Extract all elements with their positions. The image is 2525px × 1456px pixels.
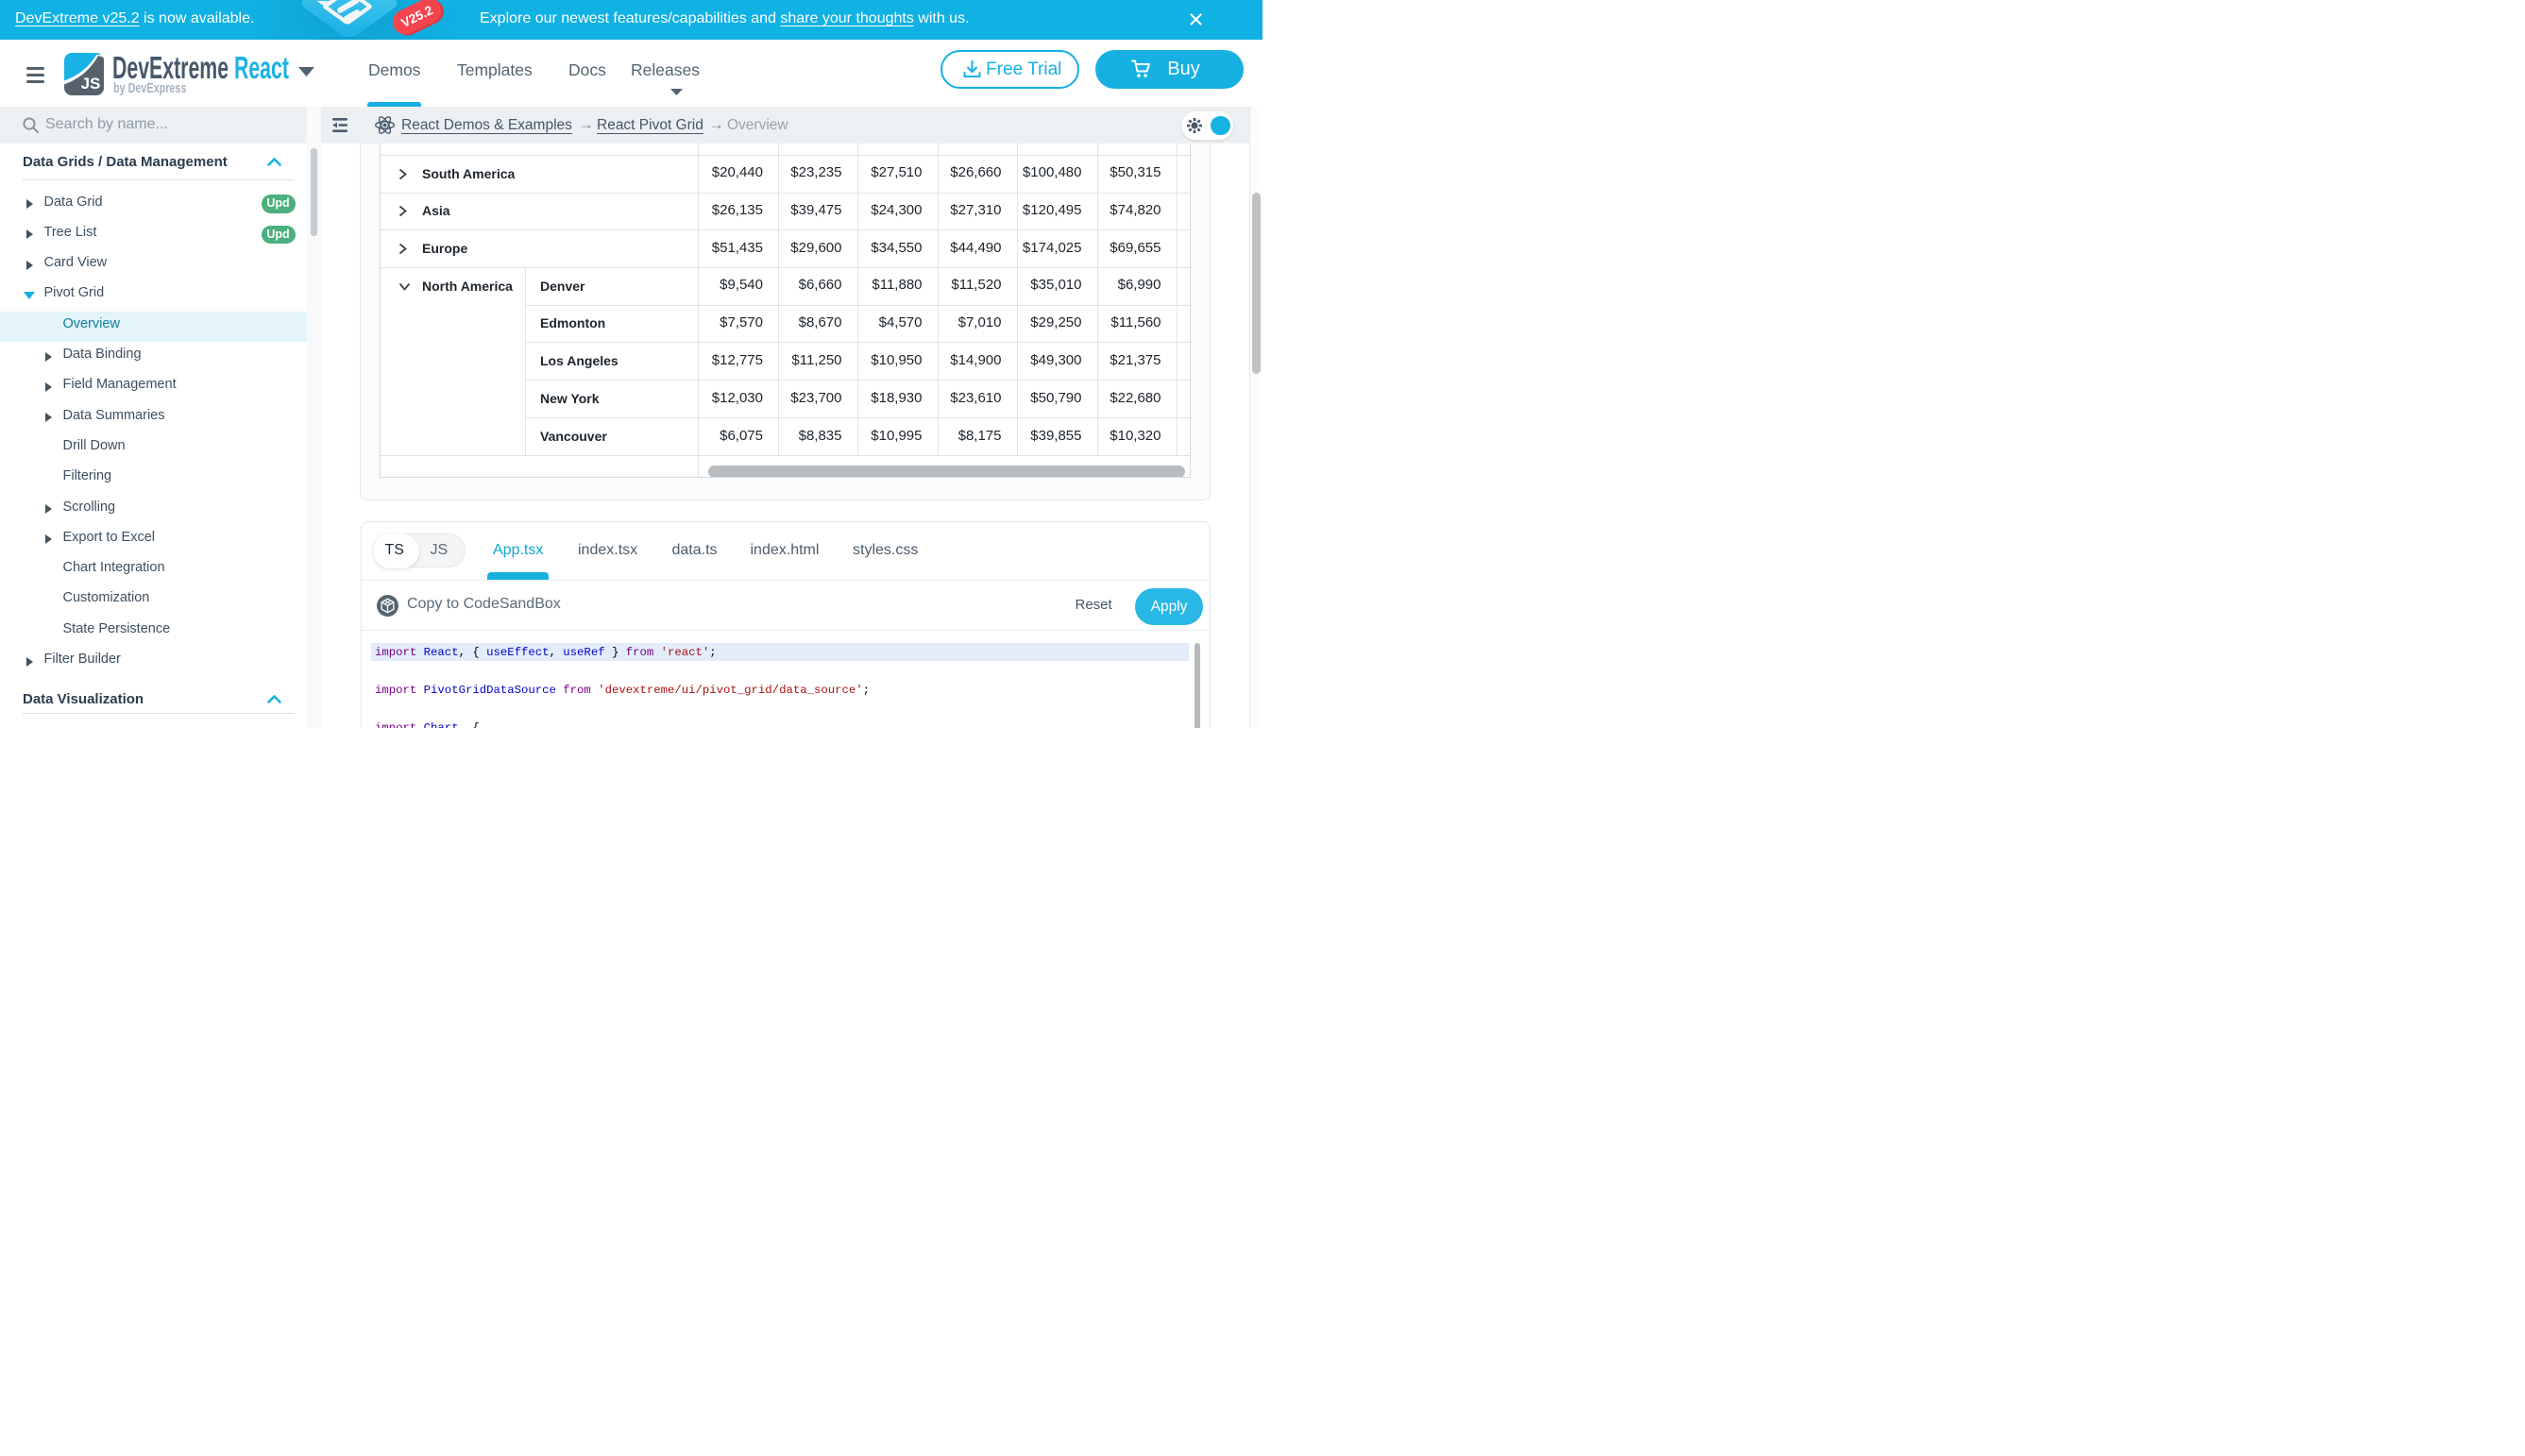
svg-text:JS: JS	[80, 75, 100, 93]
